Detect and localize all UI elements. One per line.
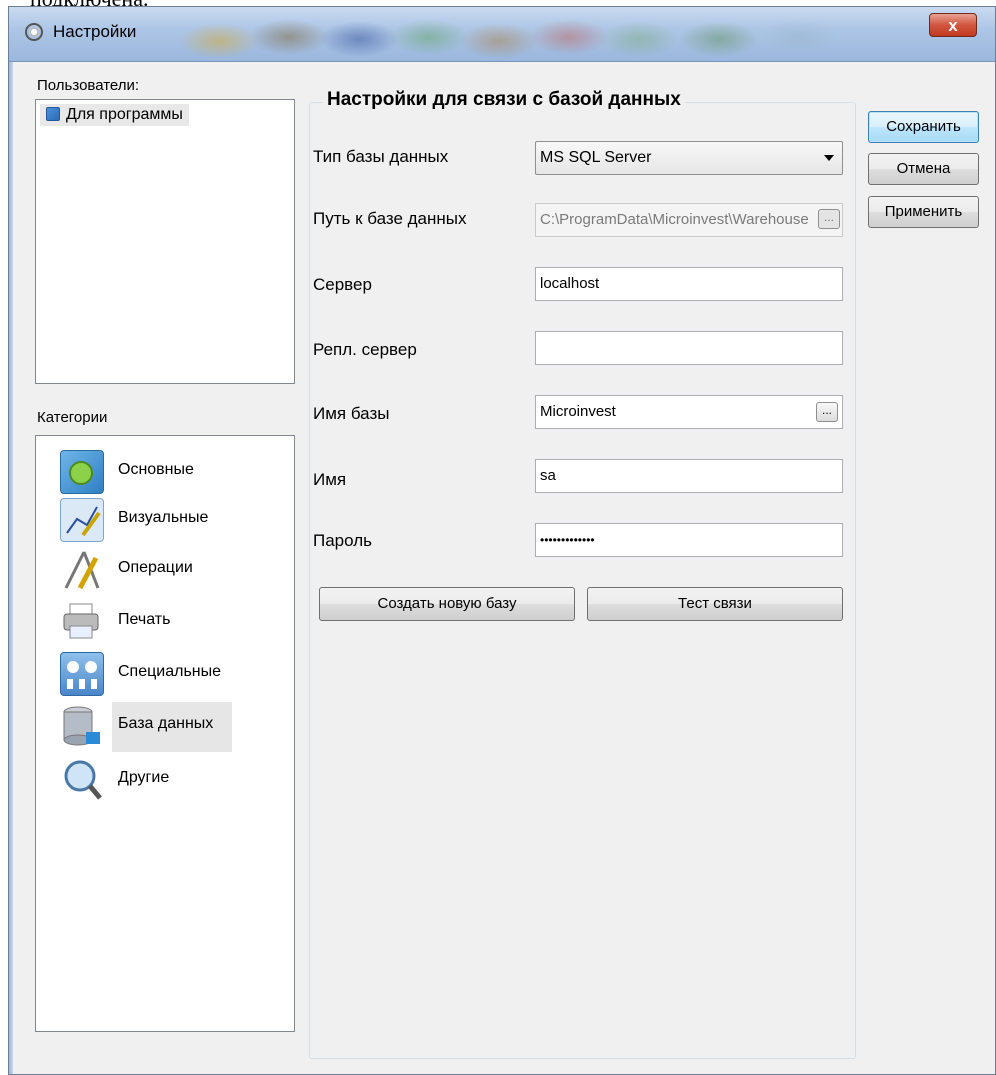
category-item-general[interactable]: Основные [60,448,256,498]
user-input[interactable]: sa [535,459,843,493]
window-title: Настройки [53,22,137,41]
apply-button[interactable]: Применить [868,196,979,228]
db-type-select[interactable]: MS SQL Server [535,141,843,175]
search-icon [60,758,102,800]
database-icon [60,704,102,746]
user-item-label: Для программы [66,106,183,123]
password-label: Пароль [313,531,372,550]
categories-label: Категории [37,409,108,426]
db-name-browse-button[interactable]: ... [816,402,838,422]
window-frame-edge [9,62,13,1074]
db-settings-title: Настройки для связи с базой данных [323,89,685,111]
db-path-field: C:\ProgramData\Microinvest\Warehouse ... [535,203,843,237]
create-db-button[interactable]: Создать новую базу [319,587,575,621]
printer-icon [60,600,102,642]
repl-server-input[interactable] [535,331,843,365]
close-button[interactable]: x [929,13,977,37]
category-label: Другие [118,769,170,786]
db-path-browse-button: ... [818,209,840,229]
db-name-label: Имя базы [313,404,390,423]
user-group-icon [46,107,60,121]
categories-list[interactable]: Основные Визуальные Операции Печать Спец [35,435,295,1032]
save-button[interactable]: Сохранить [868,111,979,143]
repl-server-label: Репл. сервер [313,340,417,359]
settings-icon [60,450,104,494]
chevron-down-icon [824,155,834,161]
db-name-field[interactable]: Microinvest ... [535,395,843,429]
settings-window: Настройки x Пользователи: Для программы … [8,6,996,1075]
test-connection-button[interactable]: Тест связи [587,587,843,621]
chart-icon [60,498,104,542]
server-label: Сервер [313,275,372,294]
category-item-visual[interactable]: Визуальные [60,496,256,546]
tools-icon [60,548,102,590]
db-path-label: Путь к базе данных [313,209,467,228]
cancel-button[interactable]: Отмена [868,153,979,185]
password-input[interactable]: ••••••••••••• [535,523,843,557]
server-input[interactable]: localhost [535,267,843,301]
special-icon [60,652,104,696]
user-label: Имя [313,470,347,489]
category-label: Операции [118,559,193,576]
db-name-value: Microinvest [540,403,616,420]
users-label: Пользователи: [37,77,140,94]
title-bar: Настройки x [9,7,995,62]
blurred-background [159,13,919,57]
settings-gear-icon [25,23,43,41]
category-item-special[interactable]: Специальные [60,650,256,700]
category-label: Визуальные [118,509,209,526]
category-item-other[interactable]: Другие [60,756,256,806]
db-type-label: Тип базы данных [313,147,449,166]
category-label: Специальные [118,663,222,680]
category-label: База данных [118,715,214,732]
db-settings-group [309,102,856,1059]
category-item-print[interactable]: Печать [60,598,256,648]
user-item-program[interactable]: Для программы [40,104,189,126]
category-label: Основные [118,461,194,478]
users-list[interactable]: Для программы [35,99,295,384]
db-path-value: C:\ProgramData\Microinvest\Warehouse [540,211,809,228]
category-label: Печать [118,611,171,628]
db-type-value: MS SQL Server [540,149,652,166]
category-item-operations[interactable]: Операции [60,546,256,596]
category-item-database[interactable]: База данных [60,702,256,752]
